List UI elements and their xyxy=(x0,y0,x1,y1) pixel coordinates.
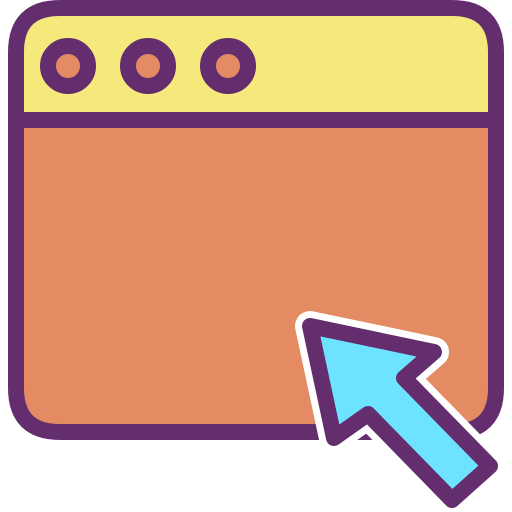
window-control-button xyxy=(120,38,176,94)
browser-window-with-cursor-icon xyxy=(8,0,505,512)
window-control-button xyxy=(40,38,96,94)
window-control-button xyxy=(200,38,256,94)
browser-cursor-icon xyxy=(0,0,512,512)
